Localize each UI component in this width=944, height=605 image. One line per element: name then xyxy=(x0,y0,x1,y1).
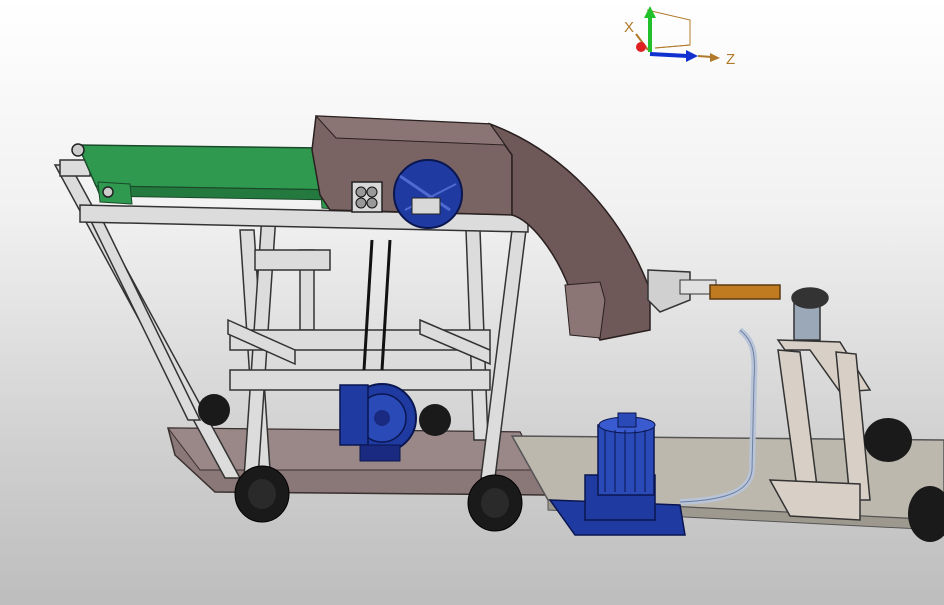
conveyor-belt xyxy=(71,143,351,211)
cad-viewport[interactable]: X Z xyxy=(0,0,944,605)
outlet-bracket xyxy=(647,269,781,313)
wheel-right-rear xyxy=(864,418,912,462)
wheel-back-left xyxy=(198,394,230,426)
machine-model[interactable] xyxy=(0,0,944,605)
pulley-wheel xyxy=(393,159,463,229)
wheel-back-mid xyxy=(419,404,451,436)
right-stand xyxy=(768,287,872,521)
